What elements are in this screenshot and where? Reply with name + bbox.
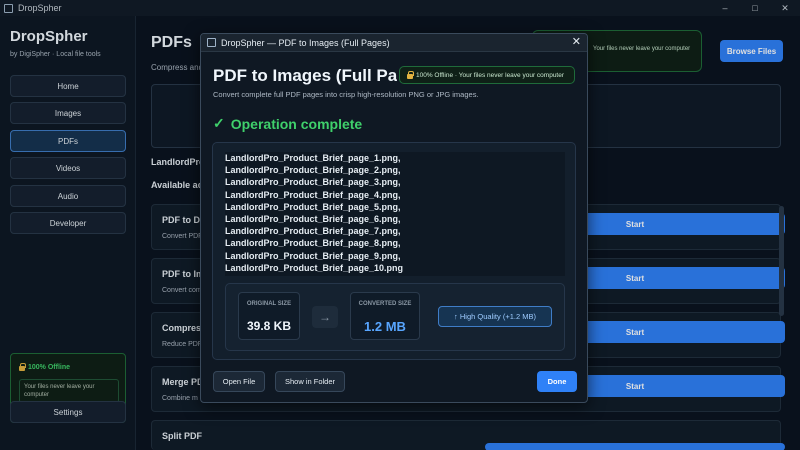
dialog-subtitle: Convert complete full PDF pages into cri… [213,90,479,99]
arrow-right-icon: → [312,306,338,328]
result-panel: LandlordPro_Product_Brief_page_1.png, La… [212,142,576,360]
output-file-list: LandlordPro_Product_Brief_page_1.png, La… [225,152,565,276]
dialog-heading: PDF to Images (Full Pag [213,66,397,85]
converted-size-box: CONVERTED SIZE 1.2 MB [350,292,420,340]
output-file: LandlordPro_Product_Brief_page_9.png, [225,250,401,261]
offline-badge-text: 100% Offline · Your files never leave yo… [416,71,565,79]
output-file: LandlordPro_Product_Brief_page_2.png, [225,165,401,176]
output-file: LandlordPro_Product_Brief_page_6.png, [225,214,401,225]
close-icon[interactable]: ✕ [572,36,581,49]
original-size-box: ORIGINAL SIZE 39.8 KB [238,292,300,340]
open-file-button[interactable]: Open File [213,371,265,392]
output-file: LandlordPro_Product_Brief_page_5.png, [225,201,401,212]
show-in-folder-button[interactable]: Show in Folder [275,371,345,392]
app-icon [207,38,216,47]
lock-icon [407,70,414,79]
original-size-label: ORIGINAL SIZE [246,301,292,307]
output-file: LandlordPro_Product_Brief_page_3.png, [225,177,401,188]
output-file: LandlordPro_Product_Brief_page_1.png, [225,153,401,163]
dialog-title-bar: DropSpher — PDF to Images (Full Pages) ✕ [201,34,587,52]
offline-badge: 100% Offline · Your files never leave yo… [399,66,575,84]
quality-badge[interactable]: ↑ High Quality (+1.2 MB) [438,306,552,327]
result-dialog: DropSpher — PDF to Images (Full Pages) ✕… [200,33,588,403]
status-text: Operation complete [230,115,363,132]
app-root: DropSpher – □ ✕ DropSpher by DigiSpher ·… [0,0,800,450]
status-message: ✓ Operation complete [213,115,362,132]
dialog-title: DropSpher — PDF to Images (Full Pages) [221,37,390,48]
original-size-value: 39.8 KB [246,319,292,333]
done-button[interactable]: Done [537,371,577,392]
converted-size-value: 1.2 MB [364,319,406,334]
output-file: LandlordPro_Product_Brief_page_10.png [225,262,404,273]
converted-size-label: CONVERTED SIZE [358,301,412,307]
size-stats: ORIGINAL SIZE 39.8 KB → CONVERTED SIZE 1… [225,283,565,351]
checkmark-icon: ✓ [213,115,225,131]
output-file: LandlordPro_Product_Brief_page_7.png, [225,226,401,237]
output-file: LandlordPro_Product_Brief_page_4.png, [225,189,401,200]
output-file: LandlordPro_Product_Brief_page_8.png, [225,238,401,249]
